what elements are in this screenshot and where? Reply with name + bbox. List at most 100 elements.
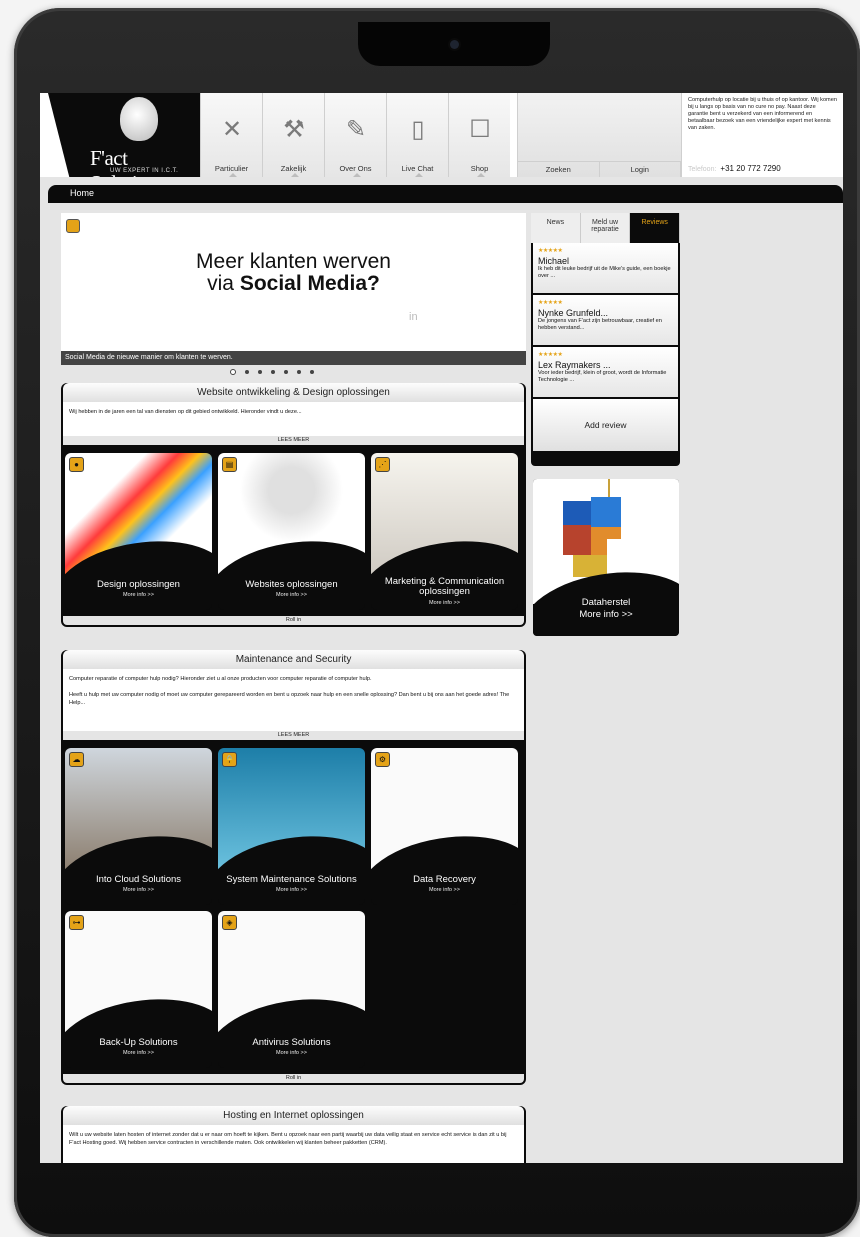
review-author: Lex Raymakers ... [538,360,611,370]
card-antivirus[interactable]: ◈ Antivirus Solutions More info >> [218,911,365,1068]
rating-stars: ★★★★★ [538,300,563,306]
review-item[interactable]: ★★★★★ Michael Ik heb dit leuke bedrijf u… [533,243,678,293]
phone-number[interactable]: +31 20 772 7290 [720,164,780,173]
tab-meld-reparatie[interactable]: Meld uw reparatie [580,213,631,243]
shield-logo-icon [120,97,158,141]
info-text: Computerhulp op locatie bij u thuis of o… [688,97,837,131]
nav-particulier[interactable]: ✕ Particulier [200,93,262,177]
review-text: De jongens van F'act zijn betrouwbaar, c… [538,318,662,331]
section-title: Hosting en Internet oplossingen [63,1106,524,1125]
breadcrumb: Home [48,185,843,203]
slide-headline-line1: Meer klanten werven [196,250,391,273]
roll-in-link[interactable]: Roll in [63,616,524,625]
nav-over-ons[interactable]: ✎ Over Ons [324,93,386,177]
hero-slider[interactable]: Meer klanten werven via Social Media? in… [61,213,526,365]
screwdriver-icon: ⚒ [283,116,305,143]
site-header: F'act Solutions UW EXPERT IN I.C.T. ✕ Pa… [40,93,843,177]
tools-icon: ✕ [221,116,243,143]
slide-badge-icon [66,219,80,233]
card-design[interactable]: ● Design oplossingen More info >> [65,453,212,610]
card-cloud[interactable]: ☁ Into Cloud Solutions More info >> [65,748,212,905]
promo-dataherstel[interactable]: Dataherstel More info >> [533,479,679,636]
card-more[interactable]: More info >> [65,1050,212,1056]
card-more[interactable]: More info >> [65,887,212,893]
browser-screen: F'act Solutions UW EXPERT IN I.C.T. ✕ Pa… [40,93,843,1163]
nav-live-chat[interactable]: ▯ Live Chat [386,93,448,177]
nav-label: Zakelijk [280,164,307,173]
card-websites[interactable]: ▤ Websites oplossingen More info >> [218,453,365,610]
search-login-area: Zoeken Login [517,93,681,177]
card-title: Marketing & Communication oplossingen [384,576,505,597]
roll-in-link[interactable]: Roll in [63,1074,524,1083]
review-author: Michael [538,256,570,266]
section-body-p1: Computer reparatie of computer hulp nodi… [69,676,372,682]
slide-headline-line2b: Social Media? [239,272,380,295]
card-title: Antivirus Solutions [252,1037,331,1048]
main-nav: ✕ Particulier ⚒ Zakelijk ✎ Over Ons ▯ Li… [200,93,510,177]
tab-news[interactable]: News [531,213,581,243]
review-text: Voor ieder bedrijf, klein of groot, word… [538,370,667,383]
card-title: Design oplossingen [97,579,180,590]
slider-dot[interactable] [271,370,275,374]
slider-dot[interactable] [310,370,314,374]
tab-reviews[interactable]: Reviews [630,213,681,243]
search-tab[interactable]: Zoeken [518,162,600,177]
slide-headline: Meer klanten werven via Social Media? [61,251,526,295]
card-data-recovery[interactable]: ⚙ Data Recovery More info >> [371,748,518,905]
nav-zakelijk[interactable]: ⚒ Zakelijk [262,93,324,177]
slide-headline-line2a: via [207,272,240,295]
slider-dot[interactable] [297,370,301,374]
card-more[interactable]: More info >> [218,1050,365,1056]
section-maintenance: Maintenance and Security Computer repara… [61,650,526,1085]
slider-dot[interactable] [284,370,288,374]
cloud-icon: ☁ [69,752,84,767]
reviews-panel: News Meld uw reparatie Reviews ★★★★★ Mic… [531,213,681,466]
section-body: Wilt u uw website laten hosten of intern… [63,1125,524,1163]
reviews-tabs: News Meld uw reparatie Reviews [531,213,681,243]
login-tab[interactable]: Login [600,162,681,177]
slide-caption: Social Media de nieuwe manier om klanten… [61,351,526,365]
card-more[interactable]: More info >> [371,600,518,606]
add-review-button[interactable]: Add review [533,399,678,451]
gear-icon: ⚙ [375,752,390,767]
shield-icon: ◈ [222,915,237,930]
service-cards: ☁ Into Cloud Solutions More info >> 🔒 Sy… [61,740,526,1074]
section-hosting: Hosting en Internet oplossingen Wilt u u… [61,1106,526,1163]
section-body: Wij hebben in de jaren een tal van diens… [63,402,524,436]
card-marketing[interactable]: ⋰ Marketing & Communication oplossingen … [371,453,518,610]
nav-shop[interactable]: ☐ Shop [448,93,510,177]
promo-title: Dataherstel [581,597,631,608]
logo[interactable]: F'act Solutions UW EXPERT IN I.C.T. [48,93,200,177]
review-item[interactable]: ★★★★★ Lex Raymakers ... Voor ieder bedri… [533,347,678,397]
pen-paper-icon: ✎ [345,116,367,143]
lees-meer-link[interactable]: LEES MEER [63,731,524,740]
rating-stars: ★★★★★ [538,352,563,358]
breadcrumb-home[interactable]: Home [70,188,94,198]
section-title: Website ontwikkeling & Design oplossinge… [63,383,524,402]
palette-icon: ● [69,457,84,472]
lees-meer-link[interactable]: LEES MEER [63,436,524,445]
logo-tagline: UW EXPERT IN I.C.T. [110,168,179,174]
section-body-p2: Heeft u hulp met uw computer nodig of mo… [69,692,510,706]
card-backup[interactable]: ⊶ Back-Up Solutions More info >> [65,911,212,1068]
phone-line: Telefoon: +31 20 772 7290 [688,164,781,173]
review-item[interactable]: ★★★★★ Nynke Grunfeld... De jongens van F… [533,295,678,345]
section-title: Maintenance and Security [63,650,524,669]
rating-stars: ★★★★★ [538,248,563,254]
nav-label: Shop [470,164,489,173]
card-title: Back-Up Solutions [99,1037,178,1048]
card-system-maintenance[interactable]: 🔒 System Maintenance Solutions More info… [218,748,365,905]
chat-panel-icon: ▯ [411,116,425,143]
slider-dot[interactable] [230,369,236,375]
slider-dot[interactable] [245,370,249,374]
camera-icon [450,40,459,49]
promo-more[interactable]: More info >> [533,609,679,620]
nav-label: Over Ons [339,164,372,173]
card-more[interactable]: More info >> [218,887,365,893]
card-more[interactable]: More info >> [218,592,365,598]
card-more[interactable]: More info >> [371,887,518,893]
slider-dots [230,369,314,375]
slider-dot[interactable] [258,370,262,374]
card-more[interactable]: More info >> [65,592,212,598]
nav-label: Live Chat [401,164,434,173]
